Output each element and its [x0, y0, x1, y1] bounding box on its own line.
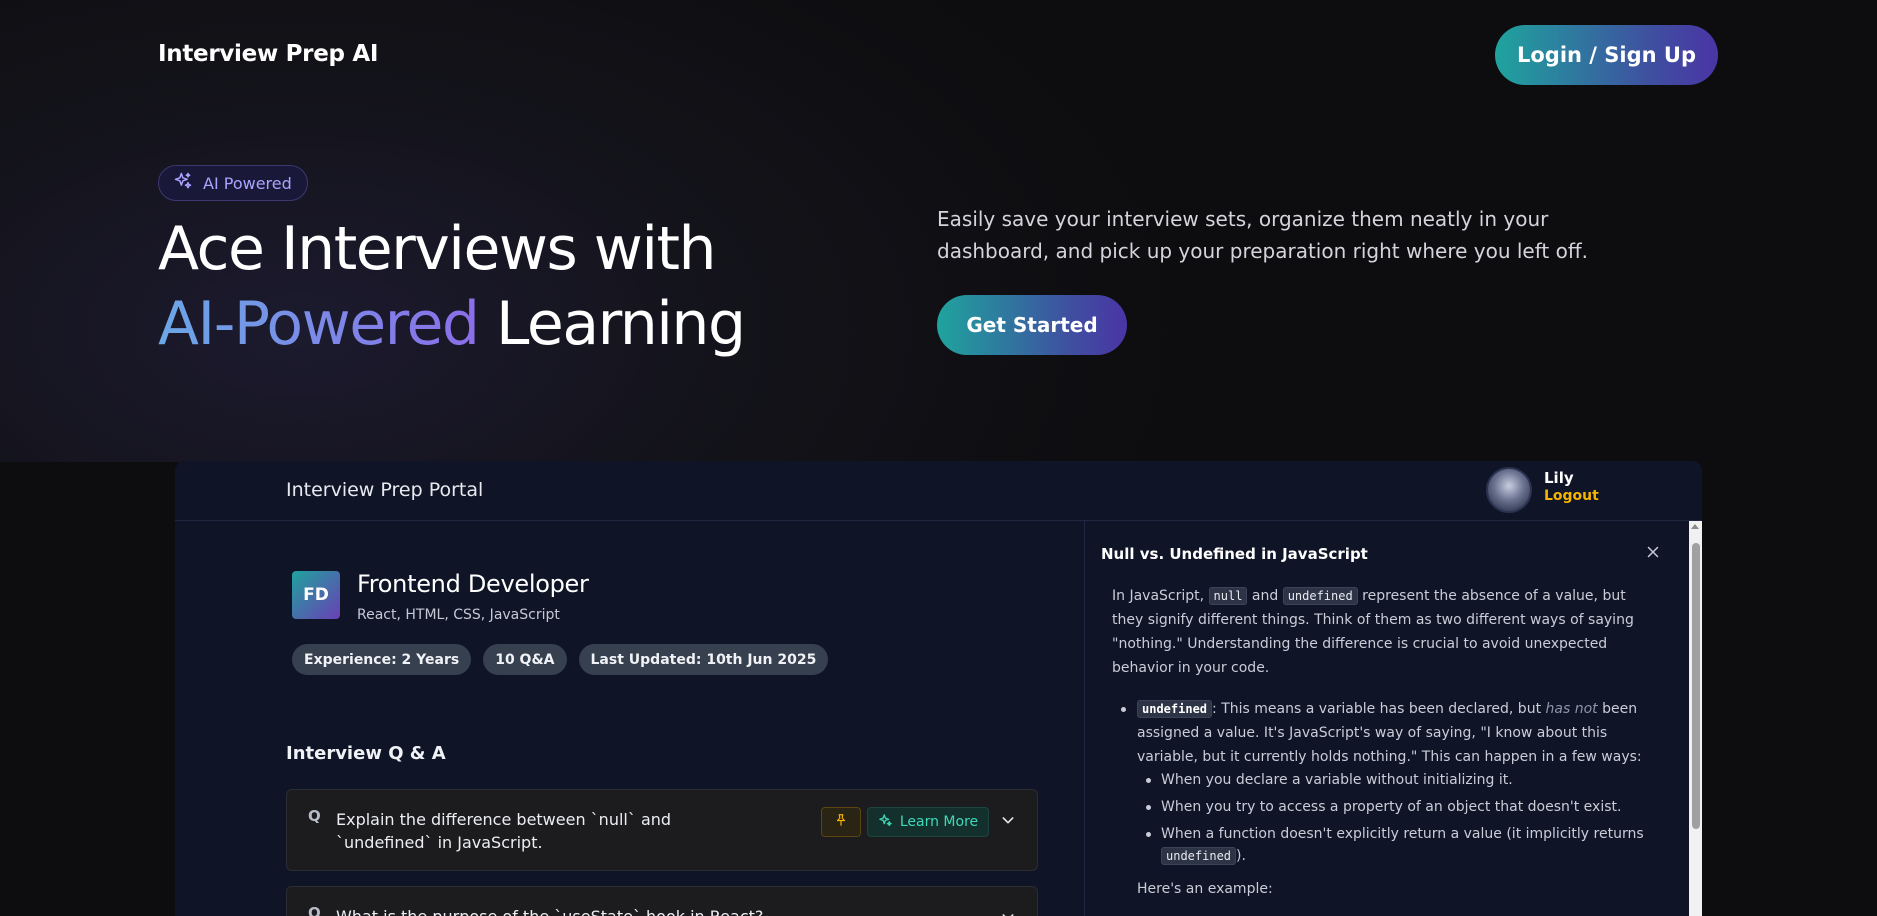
login-signup-button[interactable]: Login / Sign Up	[1495, 25, 1718, 85]
code-null: null	[1208, 587, 1248, 605]
intro-text: In JavaScript,	[1112, 588, 1209, 604]
question-text[interactable]: Explain the difference between `null` an…	[336, 808, 696, 854]
question-marker: Q	[308, 904, 321, 916]
sub-item-text: ).	[1236, 848, 1246, 864]
drawer-sub-bullets: When you declare a variable without init…	[1137, 769, 1657, 867]
list-item: When a function doesn't explicitly retur…	[1112, 823, 1657, 867]
portal-header: Interview Prep Portal Lily Logout	[175, 461, 1702, 521]
session-panel: FD Frontend Developer React, HTML, CSS, …	[175, 521, 1084, 916]
logout-button[interactable]: Logout	[1544, 488, 1599, 504]
qa-count-pill: 10 Q&A	[483, 644, 567, 675]
role-topics: React, HTML, CSS, JavaScript	[357, 607, 560, 623]
sparkle-icon	[878, 813, 893, 832]
question-marker: Q	[308, 807, 321, 825]
list-item: When you declare a variable without init…	[1112, 769, 1657, 791]
last-updated-pill: Last Updated: 10th Jun 2025	[578, 644, 829, 675]
code-undefined: undefined	[1161, 847, 1237, 865]
scrollbar-thumb[interactable]	[1692, 543, 1700, 829]
learn-more-drawer: Null vs. Undefined in JavaScript In Java…	[1084, 521, 1702, 916]
qa-heading: Interview Q & A	[286, 743, 446, 764]
experience-pill: Experience: 2 Years	[292, 644, 472, 675]
get-started-button[interactable]: Get Started	[937, 295, 1127, 355]
role-initials: FD	[292, 571, 340, 619]
list-item: undefined: This means a variable has bee…	[1112, 697, 1657, 867]
hero-title-highlight: AI-Powered	[158, 289, 480, 359]
drawer-title: Null vs. Undefined in JavaScript	[1101, 545, 1368, 563]
chevron-down-icon[interactable]	[1000, 909, 1016, 916]
session-info-pills: Experience: 2 Years 10 Q&A Last Updated:…	[292, 644, 829, 675]
badge-label: AI Powered	[203, 173, 292, 193]
code-undefined: undefined	[1137, 700, 1213, 718]
learn-more-label: Learn More	[899, 814, 979, 830]
qa-card[interactable]: Q What is the purpose of the `useState` …	[286, 886, 1038, 916]
sub-item-text: When a function doesn't explicitly retur…	[1161, 826, 1644, 842]
learn-more-button[interactable]: Learn More	[867, 807, 989, 837]
bullet-emphasis: has not	[1545, 701, 1598, 717]
hero-description: Easily save your interview sets, organiz…	[937, 207, 1588, 263]
drawer-intro: In JavaScript, null and undefined repres…	[1112, 584, 1657, 680]
user-name: Lily	[1544, 469, 1574, 487]
hero-title-rest: Learning	[478, 289, 746, 359]
code-undefined: undefined	[1282, 587, 1358, 605]
scroll-up-arrow[interactable]	[1691, 524, 1699, 529]
portal-title[interactable]: Interview Prep Portal	[286, 479, 483, 501]
hero-title: Ace Interviews with AI-Powered Learning	[158, 212, 746, 362]
pin-icon	[834, 813, 848, 831]
drawer-scrollbar[interactable]	[1689, 521, 1702, 916]
close-icon	[1644, 546, 1662, 564]
brand-logo[interactable]: Interview Prep AI	[158, 41, 378, 67]
drawer-bullets: undefined: This means a variable has bee…	[1112, 697, 1657, 867]
chevron-down-icon[interactable]	[1000, 812, 1016, 828]
avatar	[1486, 467, 1532, 513]
close-button[interactable]	[1644, 543, 1662, 561]
example-label: Here's an example:	[1137, 881, 1273, 897]
ai-powered-badge: AI Powered	[158, 165, 308, 201]
bullet-text: : This means a variable has been declare…	[1212, 701, 1546, 717]
drawer-content: In JavaScript, null and undefined repres…	[1112, 584, 1657, 901]
qa-card[interactable]: Q Explain the difference between `null` …	[286, 789, 1038, 871]
sparkle-icon	[173, 171, 193, 195]
pin-button[interactable]	[821, 807, 861, 837]
hero-title-line1: Ace Interviews with	[158, 214, 717, 284]
role-title: Frontend Developer	[357, 570, 589, 598]
portal-preview: Interview Prep Portal Lily Logout FD Fro…	[175, 461, 1702, 916]
intro-text: and	[1247, 588, 1283, 604]
list-item: When you try to access a property of an …	[1112, 796, 1657, 818]
question-text[interactable]: What is the purpose of the `useState` ho…	[336, 905, 936, 916]
